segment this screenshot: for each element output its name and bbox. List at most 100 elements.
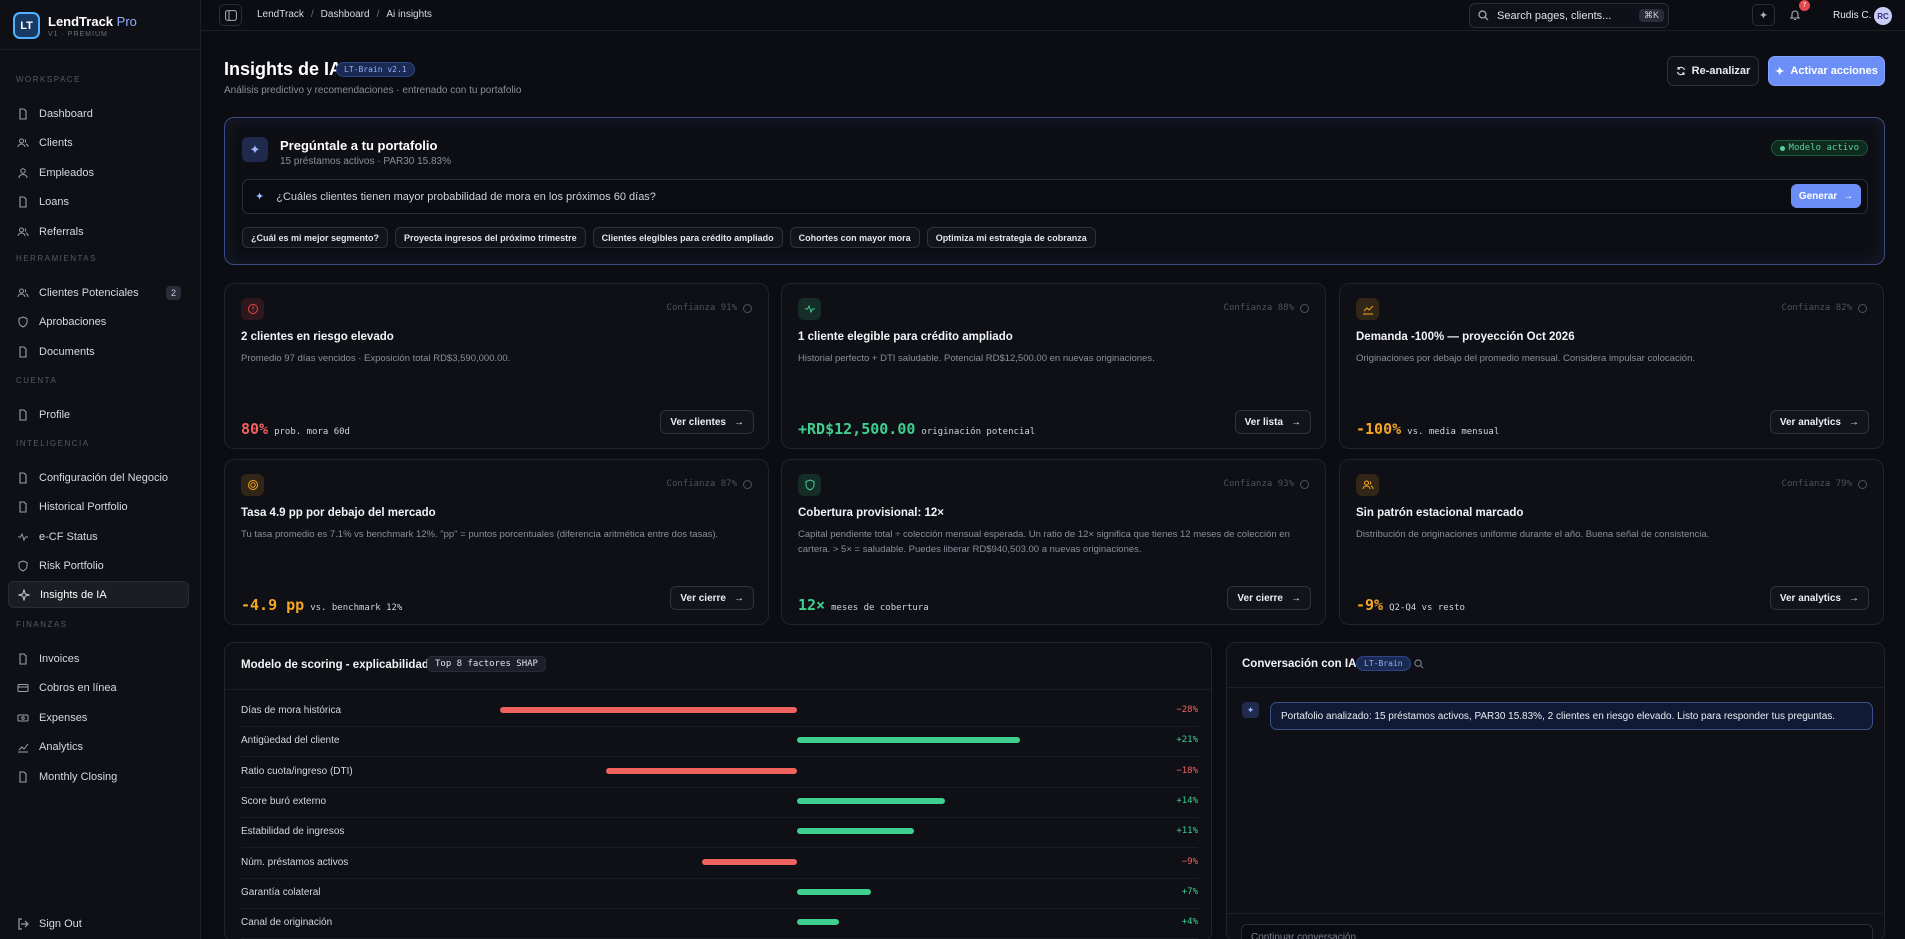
insight-card: Confianza 91% 2 clientes en riesgo eleva… <box>224 283 769 449</box>
sidebar-toggle-button[interactable] <box>219 4 242 26</box>
version-badge: LT-Brain v2.1 <box>336 62 415 77</box>
brand-tier: Pro <box>116 13 137 29</box>
sidebar-item-invoices[interactable]: Invoices <box>8 645 189 672</box>
sidebar-item-label: Clients <box>39 137 73 149</box>
sidebar-item-profile[interactable]: Profile <box>8 401 189 428</box>
ai-assistant-button[interactable]: ✦ <box>1752 4 1775 26</box>
breadcrumb-item[interactable]: LendTrack <box>257 9 304 20</box>
suggestion-chip[interactable]: Clientes elegibles para crédito ampliado <box>592 227 783 248</box>
users-icon <box>17 137 29 149</box>
card-action-button[interactable]: Ver analytics → <box>1769 586 1869 610</box>
sidebar-item-label: Referrals <box>39 225 84 238</box>
users-icon <box>1356 474 1379 496</box>
generate-label: Generar <box>1798 190 1838 202</box>
sidebar-item-monthly-closing[interactable]: Monthly Closing <box>8 763 189 790</box>
shap-factor-row: Estabilidad de ingresos +11% <box>241 818 1198 849</box>
suggestion-chip[interactable]: Proyecta ingresos del próximo trimestre <box>395 227 586 248</box>
factor-bar <box>797 828 914 835</box>
file-icon <box>17 408 29 421</box>
sidebar-item-configuracion-del-negocio[interactable]: Configuración del Negocio <box>8 464 189 491</box>
confidence-text: Confianza 82% <box>1781 303 1852 313</box>
sign-out-button[interactable]: Sign Out <box>8 910 189 937</box>
factor-value: +14% <box>1176 795 1198 806</box>
sidebar-item-clientes-potenciales[interactable]: Clientes Potenciales 2 <box>8 279 189 306</box>
sidebar-item-label: Monthly Closing <box>39 770 118 783</box>
file-icon <box>17 196 29 208</box>
count-badge: 2 <box>166 285 181 300</box>
confidence-label: Confianza 82% <box>1782 303 1867 313</box>
sidebar-item-historical-portfolio[interactable]: Historical Portfolio <box>8 494 189 521</box>
generate-button[interactable]: Generar → <box>1791 184 1861 208</box>
file-icon <box>17 107 29 120</box>
sidebar-item-label: Documents <box>39 345 95 358</box>
file-icon <box>17 471 29 484</box>
brand[interactable]: LT LendTrack Pro V1 · PREMIUM <box>13 12 137 39</box>
user-name[interactable]: Rudis C. <box>1833 10 1871 21</box>
panel-icon <box>224 9 237 21</box>
card-action-label: Ver analytics <box>1779 592 1841 604</box>
suggestion-chip[interactable]: Optimiza mi estrategia de cobranza <box>926 227 1096 248</box>
shield-icon <box>798 474 821 496</box>
info-icon[interactable] <box>743 479 752 489</box>
suggestion-chip[interactable]: ¿Cuál es mi mejor segmento? <box>242 227 389 248</box>
chat-panel: Conversación con IA LT-Brain ✦ Portafoli… <box>1226 642 1885 939</box>
activate-actions-button[interactable]: ✦ Activar acciones <box>1768 56 1885 86</box>
divider <box>0 49 200 50</box>
avatar[interactable]: RC <box>1874 7 1892 25</box>
card-description: Historial perfecto + DTI saludable. Pote… <box>798 353 1155 364</box>
page-subtitle: Análisis predictivo y recomendaciones · … <box>224 85 522 96</box>
breadcrumb-item[interactable]: Dashboard <box>321 9 370 20</box>
sidebar-item-cobros-en-linea[interactable]: Cobros en línea <box>8 675 189 702</box>
search-input[interactable]: Search pages, clients... ⌘K <box>1469 3 1669 28</box>
sidebar-item-label: Historical Portfolio <box>39 501 128 513</box>
confidence-label: Confianza 93% <box>1224 479 1309 489</box>
sidebar-item-dashboard[interactable]: Dashboard <box>8 100 189 127</box>
sidebar: LT LendTrack Pro V1 · PREMIUM WORKSPACE D… <box>0 0 201 939</box>
factor-label: Garantía colateral <box>241 886 321 898</box>
card-metric: -100% vs. media mensual <box>1356 420 1499 438</box>
trend-icon <box>1356 298 1379 320</box>
sidebar-item-expenses[interactable]: Expenses <box>8 704 189 731</box>
card-action-label: Ver cierre <box>1237 592 1283 604</box>
suggestion-chip[interactable]: Cohortes con mayor mora <box>789 227 920 248</box>
sidebar-item-empleados[interactable]: Empleados <box>8 159 189 186</box>
app-logo: LT <box>13 12 40 39</box>
card-action-button[interactable]: Ver cierre → <box>1227 586 1311 610</box>
card-action-button[interactable]: Ver clientes → <box>660 410 754 434</box>
info-icon[interactable] <box>1300 479 1309 489</box>
sidebar-item-clients[interactable]: Clients <box>8 130 189 157</box>
reanalyze-button[interactable]: Re-analizar <box>1667 56 1759 86</box>
sidebar-item-label: Insights de IA <box>40 588 107 601</box>
sidebar-item-aprobaciones[interactable]: Aprobaciones <box>8 309 189 336</box>
sidebar-section-label: WORKSPACE <box>16 75 81 84</box>
sidebar-item-risk-portfolio[interactable]: Risk Portfolio <box>8 553 189 580</box>
brand-version: V1 · PREMIUM <box>48 30 108 38</box>
sign-out-label: Sign Out <box>39 917 82 930</box>
factor-value: +11% <box>1176 826 1198 837</box>
card-action-button[interactable]: Ver lista → <box>1234 410 1311 434</box>
info-icon[interactable] <box>1300 303 1309 313</box>
shap-factor-row: Días de mora histórica −28% <box>241 697 1198 727</box>
chat-input[interactable]: Continuar conversación... <box>1241 924 1873 939</box>
sparkle-icon: ✦ <box>255 191 265 203</box>
breadcrumb-current: Ai insights <box>386 9 432 20</box>
sidebar-item-documents[interactable]: Documents <box>8 338 189 365</box>
card-action-button[interactable]: Ver analytics → <box>1769 410 1869 434</box>
sidebar-item-analytics[interactable]: Analytics <box>8 734 189 761</box>
sidebar-item-loans[interactable]: Loans <box>8 189 189 216</box>
ask-portfolio-panel: ✦ Pregúntale a tu portafolio 15 préstamo… <box>224 117 1885 265</box>
arrow-right-icon: → <box>1849 416 1859 428</box>
sidebar-item-insights-de-ia[interactable]: Insights de IA <box>8 581 189 608</box>
notifications-button[interactable]: 7 <box>1783 0 1810 26</box>
sidebar-item-referrals[interactable]: Referrals <box>8 218 189 245</box>
card-action-button[interactable]: Ver cierre → <box>670 586 754 610</box>
sidebar-item-e-cf-status[interactable]: e-CF Status <box>8 523 189 550</box>
info-icon[interactable] <box>743 303 752 313</box>
card-title: Demanda -100% — proyección Oct 2026 <box>1356 331 1575 343</box>
ask-input[interactable]: ✦ ¿Cuáles clientes tienen mayor probabil… <box>242 179 1868 214</box>
sidebar-item-label: Expenses <box>39 711 88 724</box>
info-icon[interactable] <box>1858 303 1867 313</box>
info-icon[interactable] <box>1858 479 1867 489</box>
search-icon[interactable] <box>1414 659 1424 669</box>
factor-value: +4% <box>1181 917 1198 928</box>
